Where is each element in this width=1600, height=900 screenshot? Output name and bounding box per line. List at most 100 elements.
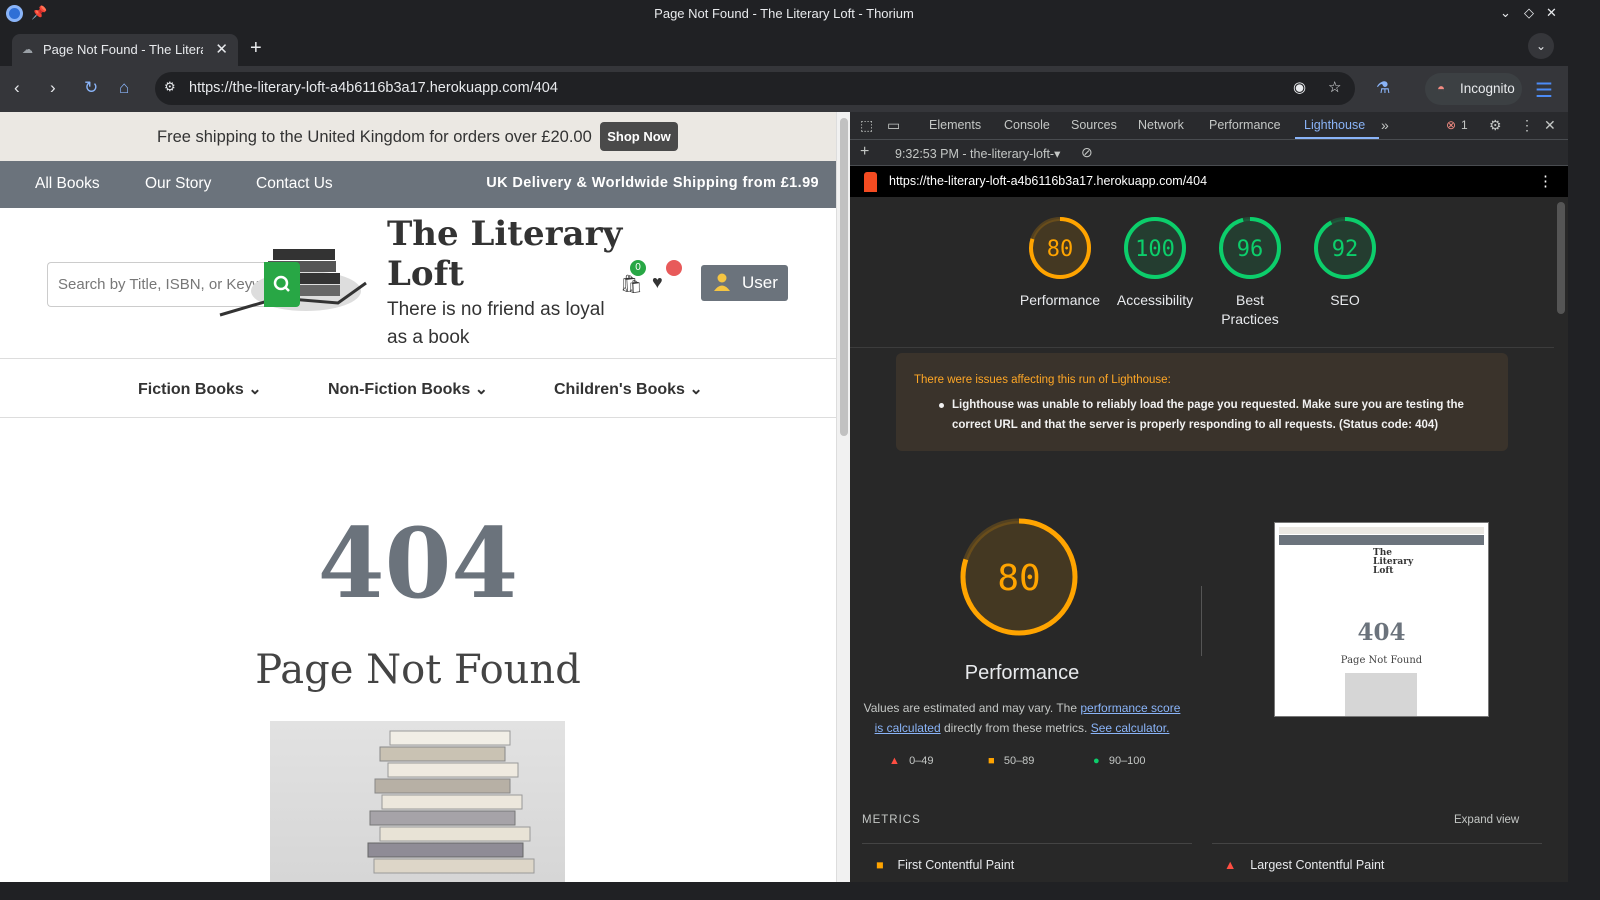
maximize-icon[interactable]: ◇ [1524,5,1534,21]
legend-fail: ▲ 0–49 [889,755,934,767]
url-text[interactable]: https://the-literary-loft-a4b6116b3a17.h… [189,80,558,96]
tab-page-not-found[interactable]: ☁ Page Not Found - The Literary Loft ✕ [12,34,238,66]
home-icon[interactable]: ⌂ [119,78,129,98]
score-gauges: 80 Performance 100 Accessibility 96 Best Prac… [850,197,1554,348]
warning-text: Lighthouse was unable to reliably load t… [952,399,1464,431]
more-tabs-icon[interactable]: » [1381,117,1389,133]
category-non-fiction[interactable]: Non-Fiction Books ⌄ [328,379,488,399]
shop-now-button[interactable]: Shop Now [600,122,678,151]
legend-fail-label: 0–49 [909,755,934,767]
incognito-label: Incognito [1460,81,1515,96]
new-tab-button[interactable]: + [250,37,262,60]
new-report-icon[interactable]: + [860,143,869,161]
thumb-error-title: Page Not Found [1340,655,1423,666]
category-childrens-label: Children's Books [554,381,685,398]
nav-contact-us[interactable]: Contact Us [256,175,333,193]
inspect-element-icon[interactable]: ⬚ [860,117,873,134]
site-brand[interactable]: The Literary Loft [387,214,627,294]
devtools-tab-console[interactable]: Console [1004,118,1050,132]
bookmark-icon[interactable]: ☆ [1328,78,1341,96]
page-scrollbar-thumb[interactable] [840,118,848,436]
devtools-tab-performance[interactable]: Performance [1209,118,1281,132]
performance-big-gauge[interactable]: 80 [954,512,1084,647]
book-stack-image [270,721,565,882]
legend-average: ■ 50–89 [988,755,1034,767]
back-icon[interactable]: ‹ [14,78,20,98]
category-fiction[interactable]: Fiction Books ⌄ [138,379,262,399]
category-childrens[interactable]: Children's Books ⌄ [554,379,703,399]
forward-icon[interactable]: › [50,78,56,98]
error-icon[interactable]: ⊗ [1446,118,1456,132]
user-button[interactable]: User [701,265,788,301]
devtools-tab-elements[interactable]: Elements [929,118,981,132]
chevron-down-icon: ⌄ [689,381,703,398]
tab-search-button[interactable]: ⌄ [1528,33,1554,59]
settings-gear-icon[interactable]: ⚙ [1489,117,1502,134]
labs-flask-icon[interactable]: ⚗ [1376,78,1390,98]
more-options-icon[interactable]: ⋮ [1520,117,1534,134]
legend-average-label: 50–89 [1003,755,1035,767]
search-button[interactable] [264,262,300,307]
reload-icon[interactable]: ↻ [84,78,98,98]
chevron-down-icon: ⌄ [248,381,262,398]
browser-menu-icon[interactable]: ☰ [1535,78,1553,103]
nav-our-story[interactable]: Our Story [145,175,211,193]
gauge-label: Best Practices [1221,292,1279,327]
eye-off-icon[interactable]: ◉ [1293,78,1306,96]
device-toolbar-icon[interactable]: ▭ [887,117,900,134]
gauge-ring: 100 [1124,217,1186,279]
square-icon: ■ [876,858,884,872]
site-info-icon[interactable]: ⚙ [164,79,176,95]
square-icon: ■ [988,755,995,767]
search-icon [273,275,290,292]
close-window-icon[interactable]: ✕ [1546,5,1557,21]
nav-all-books[interactable]: All Books [35,175,100,193]
cart-icon[interactable]: 🛍 [620,274,643,295]
gauge-label: Performance [1019,292,1101,308]
clear-reports-icon[interactable]: ⊘ [1081,144,1093,161]
metric-fcp: ■ First Contentful Paint [876,858,1014,872]
dropdown-arrow-icon: ▾ [1054,147,1061,161]
user-icon [714,273,730,291]
score-gauge-best-practices[interactable]: 96 Best Practices [1202,215,1298,329]
window-titlebar: 📌 Page Not Found - The Literary Loft - T… [0,0,1568,28]
devtools-tabbar: ⬚ ▭ Elements Console Sources Network Per… [850,112,1568,140]
incognito-indicator[interactable]: ◓ Incognito [1425,73,1522,105]
legend-pass-label: 90–100 [1108,755,1146,767]
score-gauge-accessibility[interactable]: 100 Accessibility [1107,215,1203,310]
devtools-tab-lighthouse[interactable]: Lighthouse [1304,118,1365,132]
triangle-icon: ▲ [1224,858,1237,872]
close-devtools-icon[interactable]: ✕ [1544,117,1556,134]
final-screenshot-thumbnail[interactable]: The Literary Loft 404 Page Not Found [1274,522,1489,717]
main-nav: All Books Our Story Contact Us UK Delive… [0,161,836,208]
report-url-bar: https://the-literary-loft-a4b6116b3a17.h… [850,166,1568,197]
report-url[interactable]: https://the-literary-loft-a4b6116b3a17.h… [889,174,1207,188]
report-selector[interactable]: 9:32:53 PM - the-literary-loft-▾ [895,146,1060,161]
incognito-icon: ◓ [1437,81,1446,96]
gauge-ring: 80 [1029,217,1091,279]
score-gauge-seo[interactable]: 92 SEO [1297,215,1393,310]
devtools-tab-sources[interactable]: Sources [1071,118,1117,132]
error-count[interactable]: 1 [1461,118,1468,132]
address-bar[interactable]: ⚙ https://the-literary-loft-a4b6116b3a17… [155,72,1355,105]
warning-box: There were issues affecting this run of … [896,353,1508,451]
see-calculator-link[interactable]: See calculator. [1091,721,1170,735]
devtools-scrollbar[interactable] [1554,197,1568,882]
devtools-scrollbar-thumb[interactable] [1557,202,1565,314]
minimize-icon[interactable]: ⌄ [1500,5,1511,21]
wishlist-heart-icon[interactable]: ♥ [652,272,663,293]
metric-lcp: ▲ Largest Contentful Paint [1224,858,1384,872]
score-gauge-performance[interactable]: 80 Performance [1012,215,1108,310]
devtools-tab-network[interactable]: Network [1138,118,1184,132]
report-menu-icon[interactable]: ⋮ [1538,172,1553,190]
wishlist-badge [666,260,682,276]
page-scrollbar[interactable] [836,112,850,882]
tab-close-icon[interactable]: ✕ [215,40,228,58]
warning-bullet [939,403,944,408]
lighthouse-logo-icon [864,172,877,192]
tab-label: Page Not Found - The Literary Loft [43,42,203,57]
gauge-value: 80 [1047,237,1074,262]
metric-divider [1212,843,1542,844]
category-nav: Fiction Books ⌄ Non-Fiction Books ⌄ Chil… [0,359,836,418]
expand-view-button[interactable]: Expand view [1454,814,1519,826]
